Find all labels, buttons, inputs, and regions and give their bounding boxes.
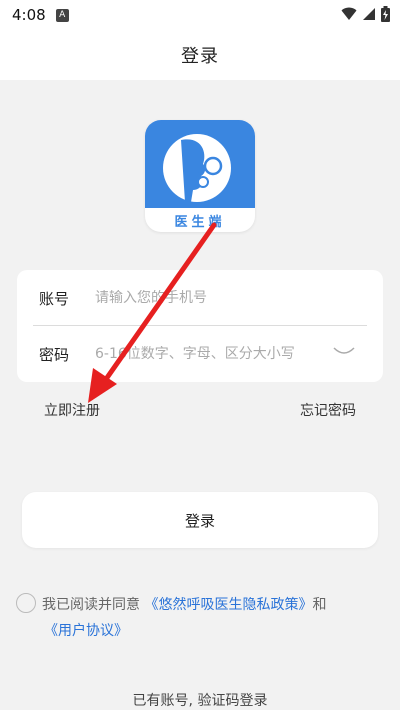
agreement-checkbox[interactable] (16, 593, 36, 613)
account-row: 账号 (17, 270, 383, 326)
logo-caption-bar: 医生端 (145, 208, 255, 232)
app-header: 登录 (0, 30, 400, 80)
forgot-password-link[interactable]: 忘记密码 (300, 400, 356, 420)
login-form: 账号 密码 (17, 270, 383, 382)
notification-icon: A (55, 8, 69, 22)
code-login-link[interactable]: 已有账号, 验证码登录 (0, 690, 400, 710)
agreement-prefix: 我已阅读并同意 (42, 597, 140, 613)
password-row: 密码 (17, 326, 383, 382)
status-icons (341, 6, 390, 22)
signal-icon (363, 8, 375, 20)
face-profile-icon (163, 134, 231, 202)
page-title: 登录 (181, 46, 219, 67)
login-button[interactable]: 登录 (22, 492, 378, 548)
password-label: 密码 (39, 345, 70, 364)
agreement-row: 我已阅读并同意 《悠然呼吸医生隐私政策》和 (16, 588, 386, 622)
status-time: 4:08 (12, 6, 46, 24)
eye-closed-icon[interactable] (333, 346, 355, 356)
logo-caption: 医生端 (174, 214, 226, 230)
agreement-connector: 和 (312, 597, 327, 613)
register-link[interactable]: 立即注册 (44, 400, 100, 420)
privacy-policy-link[interactable]: 《悠然呼吸医生隐私政策》 (144, 597, 312, 613)
battery-icon (381, 6, 390, 22)
status-bar: 4:08 A (0, 0, 400, 30)
password-input[interactable] (95, 346, 310, 362)
account-label: 账号 (39, 289, 70, 308)
logo-graphic (145, 120, 255, 208)
wifi-icon (341, 7, 357, 20)
app-logo: 医生端 (145, 120, 255, 232)
user-agreement-link[interactable]: 《用户协议》 (44, 620, 128, 640)
account-input[interactable] (95, 290, 330, 306)
